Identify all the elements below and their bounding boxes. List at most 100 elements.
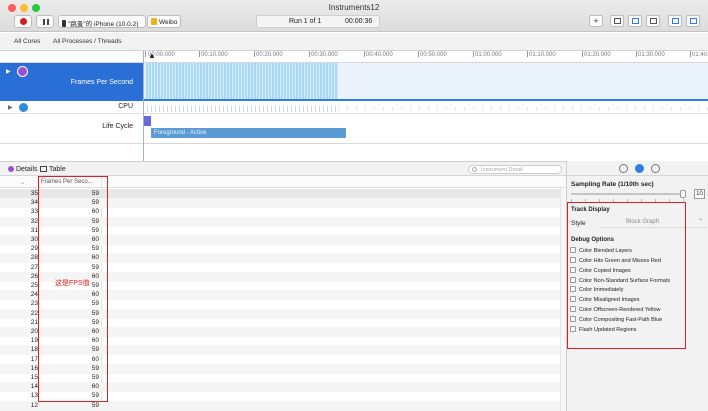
toggle-detail-area-button[interactable] (668, 15, 682, 27)
row-index: 21 (30, 318, 38, 326)
table-icon (40, 166, 47, 172)
tick-label: 00:40.000 (366, 52, 393, 58)
row-index: 32 (30, 217, 38, 225)
run-status: Run 1 of 1 00:00:36 (256, 15, 380, 28)
all-cores-filter[interactable]: All Cores (14, 38, 40, 45)
tick-label: 01:30.000 (638, 52, 665, 58)
cpu-activity-graph (338, 107, 708, 111)
sampling-rate-knob[interactable] (680, 190, 686, 198)
sampling-rate-slider[interactable] (571, 193, 685, 195)
lifecycle-state-bar[interactable]: Foreground - Active (151, 128, 346, 138)
row-index: 30 (30, 236, 38, 243)
title-bar: Instruments12 "跳蚤"的 iPhone (10.0.2) Weib… (0, 0, 708, 32)
sort-chevron-icon[interactable]: ⌄ (20, 179, 25, 186)
row-index: 14 (30, 383, 38, 391)
detail-panel-icon (672, 18, 679, 24)
detail-navigation-bar: Details Table Instrument Detail (0, 161, 566, 176)
table-row[interactable]: 12 59 (0, 400, 566, 411)
scope-bar: All Cores All Processes / Threads (0, 33, 708, 51)
run-label: Run 1 of 1 (289, 18, 322, 25)
row-index: 17 (30, 355, 38, 363)
record-button[interactable] (14, 15, 32, 28)
tick-mark (636, 51, 637, 57)
tick-label: 00:20.000 (256, 52, 283, 58)
row-index: 33 (30, 208, 38, 216)
tick-mark (145, 51, 146, 57)
row-index: 15 (30, 374, 38, 381)
row-index: 26 (30, 272, 38, 280)
search-placeholder: Instrument Detail (481, 167, 523, 173)
cpu-instrument-icon (18, 102, 29, 113)
core-animation-icon (17, 66, 28, 77)
row-index: 12 (30, 401, 38, 409)
row-index: 13 (30, 392, 38, 400)
tick-label: 01:40.000 (692, 52, 708, 58)
tick-mark (254, 51, 255, 57)
table-label: Table (49, 166, 66, 173)
tick-mark (582, 51, 583, 57)
processes-filter[interactable]: All Processes / Threads (53, 38, 122, 45)
cpu-activity-graph (147, 106, 337, 112)
row-index: 25 (30, 282, 38, 289)
phone-icon (62, 20, 66, 27)
tick-label: 00:50.000 (420, 52, 447, 58)
sampling-rate-value[interactable]: 10 (694, 189, 705, 199)
fps-annotation: 这是FPS值 (55, 280, 90, 287)
instruments-strategy-icon (632, 18, 639, 24)
row-index: 19 (30, 337, 38, 345)
highlight-box (38, 176, 108, 402)
extended-detail-tab-icon[interactable] (651, 164, 660, 173)
tick-mark (309, 51, 310, 57)
tick-label: 00:10.000 (201, 52, 228, 58)
search-icon (472, 167, 477, 172)
inspector-panel-icon (690, 18, 697, 24)
device-label: "跳蚤"的 iPhone (10.0.2) (68, 21, 139, 28)
row-index: 20 (30, 328, 38, 335)
tick-mark (418, 51, 419, 57)
display-settings-tab-icon[interactable] (635, 164, 644, 173)
fps-value: 59 (91, 401, 99, 409)
strategy-instruments-button[interactable] (628, 15, 642, 27)
instrument-detail-search[interactable]: Instrument Detail (468, 165, 562, 174)
lifecycle-launch-segment (144, 116, 151, 126)
tick-mark (473, 51, 474, 57)
playhead-line[interactable] (143, 51, 144, 161)
fps-track[interactable]: ▶ Frames Per Second (0, 63, 708, 101)
tick-mark (690, 51, 691, 57)
playhead-handle-icon[interactable]: ▲ (148, 51, 156, 60)
row-index: 28 (30, 254, 38, 262)
row-index: 16 (30, 364, 38, 372)
add-instrument-button[interactable]: + (589, 15, 603, 27)
detail-type-selector[interactable]: Table (40, 166, 66, 173)
record-settings-tab-icon[interactable] (619, 164, 628, 173)
inspector-tabs (567, 161, 708, 176)
row-index: 23 (30, 300, 38, 308)
target-selector[interactable]: Weibo (147, 15, 181, 28)
highlight-box (567, 202, 686, 349)
threads-strategy-icon (650, 18, 657, 24)
cpu-strategy-icon (614, 18, 621, 24)
details-breadcrumb[interactable]: Details (8, 166, 37, 173)
fps-track-header[interactable]: ▶ Frames Per Second (0, 63, 143, 101)
tick-mark (199, 51, 200, 57)
fps-graph-blocks (146, 63, 338, 99)
target-label: Weibo (159, 19, 178, 26)
row-index: 18 (30, 346, 38, 354)
device-selector[interactable]: "跳蚤"的 iPhone (10.0.2) (58, 15, 146, 28)
tick-mark (527, 51, 528, 57)
strategy-cpu-button[interactable] (610, 15, 624, 27)
pause-button[interactable] (36, 15, 54, 28)
disclosure-triangle-icon[interactable]: ▶ (6, 68, 11, 75)
toggle-inspector-button[interactable] (686, 15, 700, 27)
app-icon (151, 18, 157, 25)
row-index: 35 (30, 190, 38, 197)
sampling-rate-title: Sampling Rate (1/10th sec) (571, 181, 654, 188)
tick-label: 01:20.000 (584, 52, 611, 58)
disclosure-triangle-icon[interactable]: ▶ (8, 104, 13, 111)
row-index: 34 (30, 199, 38, 207)
lifecycle-track[interactable]: Life Cycle (0, 114, 708, 144)
timeline-ruler[interactable]: 00:00.000 00:10.000 00:20.000 00:30.000 … (0, 51, 708, 63)
strategy-threads-button[interactable] (646, 15, 660, 27)
row-index: 24 (30, 291, 38, 299)
lifecycle-track-label: Life Cycle (102, 123, 133, 130)
